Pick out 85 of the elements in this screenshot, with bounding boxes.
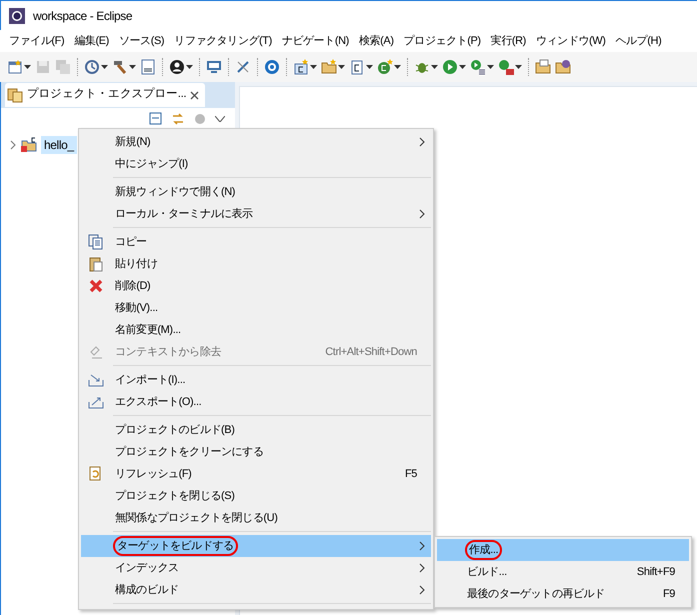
dropdown-caret-icon	[101, 65, 108, 69]
menu-item[interactable]: ウィンドウ(W)	[530, 32, 610, 50]
menu-item[interactable]: プロジェクトをクリーンにする	[81, 441, 431, 463]
toolbar-button[interactable]	[292, 58, 318, 76]
toolbar-button[interactable]	[320, 58, 346, 76]
menu-item[interactable]: 貼り付け	[81, 253, 431, 275]
dropdown-caret-icon	[487, 65, 494, 69]
menu-item[interactable]: ナビゲート(N)	[276, 32, 354, 50]
person-icon[interactable]	[169, 59, 185, 75]
c-project-icon[interactable]	[293, 59, 309, 75]
menu-item[interactable]: 最後のターゲットの再ビルド F9	[437, 583, 689, 605]
menu-item[interactable]: リファクタリング(T)	[169, 32, 277, 50]
new-file-icon[interactable]	[7, 59, 23, 75]
view-tab[interactable]: プロジェクト・エクスプロー...	[5, 83, 206, 107]
menu-item[interactable]: 名前変更(M)...	[81, 319, 431, 341]
dropdown-caret-icon	[431, 65, 438, 69]
shortcut-text: F5	[404, 466, 417, 482]
dropdown-caret-icon	[394, 65, 401, 69]
menu-item[interactable]: ソース(S)	[114, 32, 170, 50]
delete-icon	[88, 278, 104, 294]
toolbar-button[interactable]	[497, 58, 523, 76]
toolbar-button[interactable]	[111, 58, 137, 76]
menu-item[interactable]: インポート(I)...	[81, 369, 431, 391]
dropdown-caret-icon	[338, 65, 345, 69]
menu-item[interactable]: コピー	[81, 231, 431, 253]
dropdown-caret-icon	[366, 65, 373, 69]
dropdown-caret-icon	[186, 65, 193, 69]
menu-item[interactable]: ビルド... Shift+F9	[437, 561, 689, 583]
dropdown-caret-icon	[310, 65, 317, 69]
close-icon	[190, 90, 200, 100]
menu-item[interactable]: 作成...	[437, 539, 689, 561]
dropdown-caret-icon	[129, 65, 136, 69]
menu-item[interactable]: エクスポート(O)...	[81, 391, 431, 413]
folder-icon[interactable]	[321, 59, 337, 75]
circled-label: 作成...	[465, 540, 502, 560]
window-title: workspace - Eclipse	[33, 8, 132, 24]
menu-item[interactable]: 新規(N)	[81, 131, 431, 153]
dropdown-caret-icon	[24, 65, 31, 69]
folders-icon	[7, 87, 23, 103]
menu-item[interactable]: ローカル・ターミナルに表示	[81, 203, 431, 225]
toolbar-button[interactable]	[168, 58, 194, 76]
view-menu-icon	[215, 116, 225, 122]
menu-item[interactable]: ヘルプ(H)	[610, 32, 666, 50]
tree-item[interactable]: hello_	[41, 136, 77, 154]
toolbar-button[interactable]	[441, 58, 467, 76]
run-toolbox-icon[interactable]	[498, 59, 514, 75]
toolbar-button[interactable]	[469, 58, 495, 76]
menu-item[interactable]: 中にジャンプ(I)	[81, 153, 431, 175]
menu-item[interactable]: ターゲットをビルドする	[81, 535, 431, 557]
c-project-error-icon	[20, 137, 38, 153]
menu-item[interactable]: 新規ウィンドウで開く(N)	[81, 181, 431, 203]
dropdown-caret-icon	[459, 65, 466, 69]
toolbar-button[interactable]	[83, 58, 109, 76]
menu-item[interactable]: インデックス	[81, 557, 431, 579]
hammer-icon[interactable]	[112, 59, 128, 75]
menu-item[interactable]: ファイル(F)	[4, 32, 70, 50]
shortcut-text: Ctrl+Alt+Shift+Down	[325, 344, 417, 360]
copy-icon	[88, 234, 104, 250]
collapse-all-icon	[149, 112, 163, 126]
remove-context-icon	[88, 344, 104, 360]
eclipse-logo-icon	[9, 8, 25, 24]
menu-item[interactable]: プロジェクトを閉じる(S)	[81, 485, 431, 507]
import-icon	[88, 372, 104, 388]
menu-item[interactable]: プロジェクトのビルド(B)	[81, 419, 431, 441]
menu-item[interactable]: 編集(E)	[69, 32, 114, 50]
menu-item[interactable]: 移動(V)...	[81, 297, 431, 319]
run-icon[interactable]	[442, 59, 458, 75]
c-class-icon[interactable]	[377, 59, 393, 75]
toolbar-button[interactable]	[376, 58, 402, 76]
dropdown-caret-icon	[515, 65, 522, 69]
menu-item[interactable]: 削除(D)	[81, 275, 431, 297]
run-list-icon[interactable]	[470, 59, 486, 75]
clipboard-icon	[88, 256, 104, 272]
menu-item[interactable]: プロジェクト(P)	[398, 32, 486, 50]
menu-item[interactable]: 構成のビルド	[81, 579, 431, 601]
menu-item[interactable]: リフレッシュ(F) F5	[81, 463, 431, 485]
shortcut-text: Shift+F9	[636, 564, 675, 580]
link-arrows-icon	[171, 112, 185, 126]
shortcut-text: F9	[662, 586, 675, 602]
circled-label: ターゲットをビルドする	[113, 536, 238, 556]
menu-item[interactable]: 実行(R)	[486, 32, 531, 50]
toolbar-button[interactable]	[6, 58, 32, 76]
menu-item[interactable]: 無関係なプロジェクトを閉じる(U)	[81, 507, 431, 529]
c-file-icon[interactable]	[349, 59, 365, 75]
menu-item[interactable]: 検索(A)	[354, 32, 399, 50]
